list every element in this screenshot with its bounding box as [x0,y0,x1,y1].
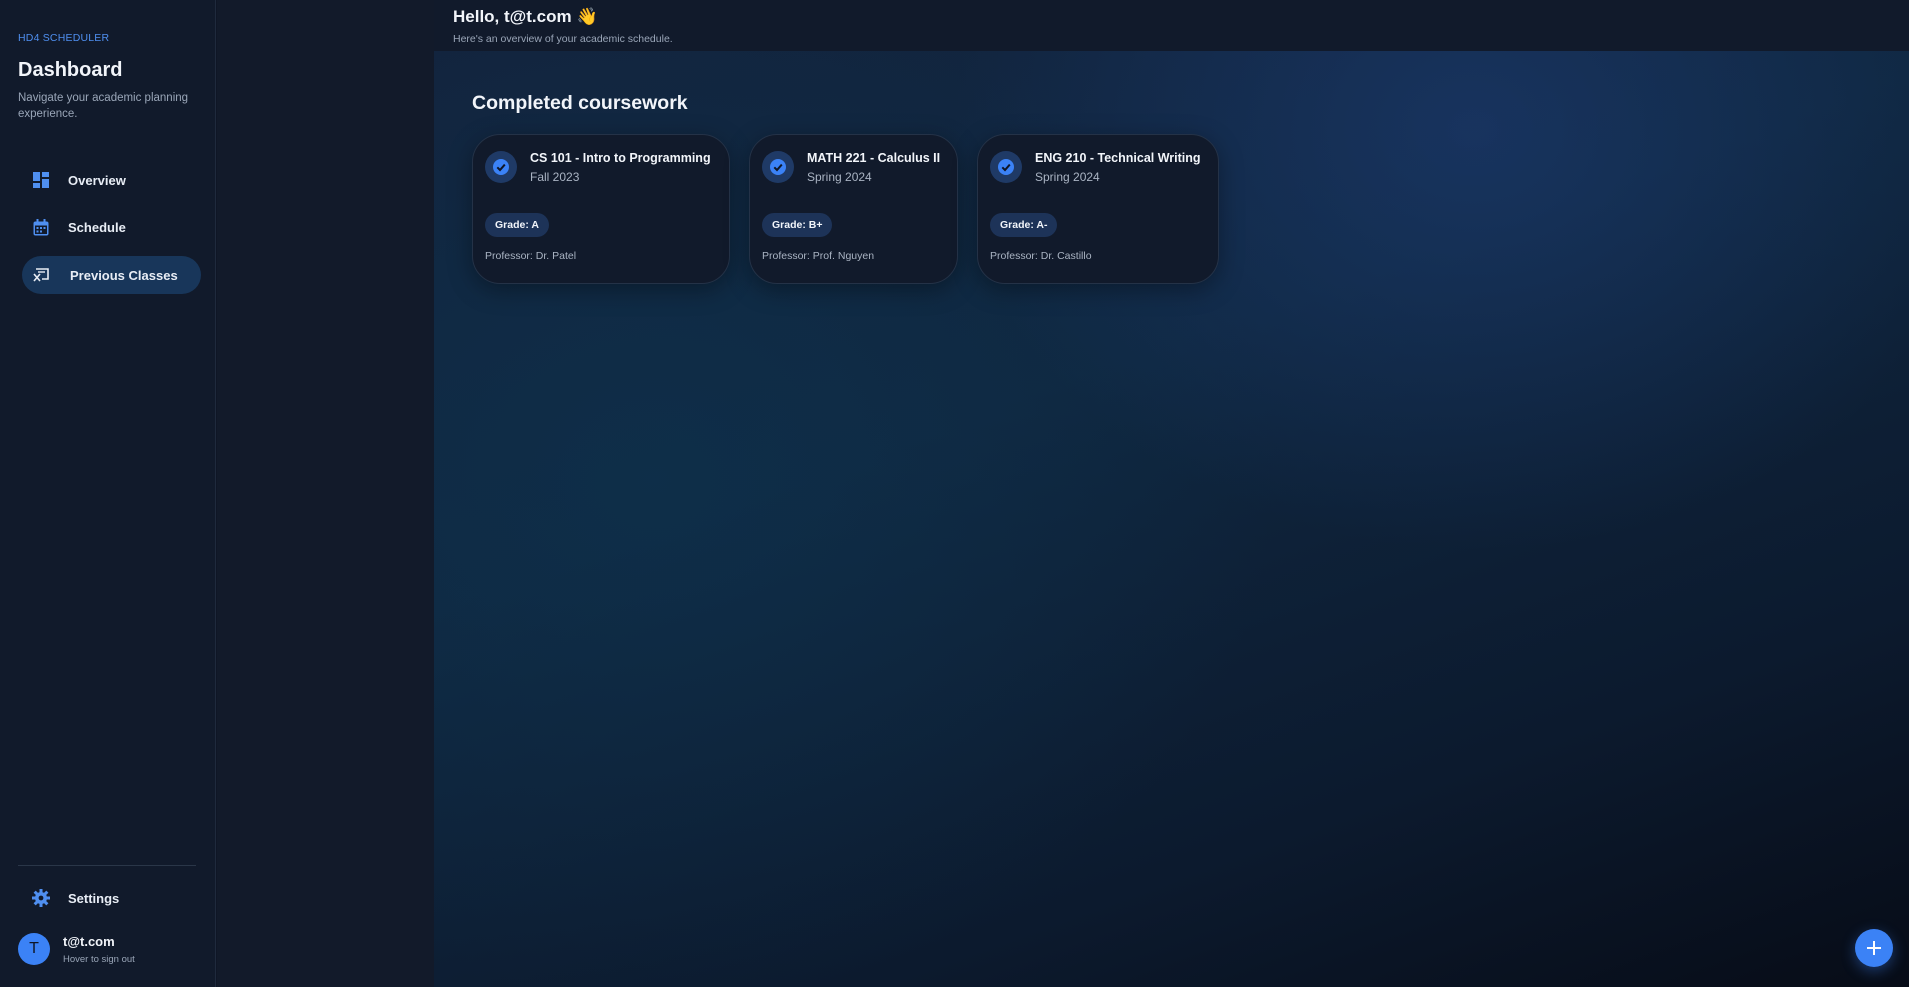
course-term: Fall 2023 [530,170,580,184]
sidebar-title: Dashboard [18,59,123,81]
sidebar-divider [18,865,196,866]
check-circle-icon [762,151,794,183]
top-header: Hello, t@t.com 👋 Here's an overview of y… [434,0,1909,51]
greeting-text: Hello, t@t.com [453,7,572,26]
nav-item-label: Schedule [68,219,126,235]
check-circle-icon [485,151,517,183]
grade-badge: Grade: B+ [762,213,833,237]
nav-item-label: Overview [68,172,126,188]
nav-item-previous-classes[interactable]: Previous Classes [22,256,201,294]
sidebar-subtitle: Navigate your academic planning experien… [18,92,189,120]
calendar-icon [32,218,50,236]
greeting-subtitle: Here's an overview of your academic sche… [453,33,673,45]
course-professor: Professor: Dr. Patel [485,250,577,262]
check-circle-icon [990,151,1022,183]
course-term: Spring 2024 [807,170,872,184]
course-professor: Professor: Dr. Castillo [990,250,1092,262]
course-card[interactable]: ENG 210 - Technical Writing Spring 2024 … [977,134,1219,284]
main-content: Hello, t@t.com 👋 Here's an overview of y… [434,0,1909,987]
sidebar-gutter [217,0,434,987]
course-term: Spring 2024 [1035,170,1100,184]
nav-item-schedule[interactable]: Schedule [22,208,201,246]
user-profile[interactable]: T t@t.com Hover to sign out [18,933,135,965]
section-title: Completed coursework [472,92,688,114]
grade-badge: Grade: A [485,213,549,237]
user-name: t@t.com [63,933,115,949]
brand-label: HD4 SCHEDULER [18,32,110,44]
greeting: Hello, t@t.com 👋 [453,7,598,27]
sidebar: HD4 SCHEDULER Dashboard Navigate your ac… [0,0,216,987]
plus-icon [1867,941,1881,955]
course-card[interactable]: MATH 221 - Calculus II Spring 2024 Grade… [749,134,958,284]
dashboard-icon [32,171,50,189]
grade-badge: Grade: A- [990,213,1058,237]
sign-out-hint: Hover to sign out [63,953,135,965]
avatar: T [18,933,50,965]
nav-item-overview[interactable]: Overview [22,161,201,199]
course-card[interactable]: CS 101 - Intro to Programming Fall 2023 … [472,134,730,284]
course-professor: Professor: Prof. Nguyen [762,250,875,262]
nav-item-label: Previous Classes [70,267,178,283]
course-title: MATH 221 - Calculus II [807,151,941,165]
settings-button[interactable]: Settings [22,879,201,917]
course-title: CS 101 - Intro to Programming [530,151,711,165]
add-button[interactable] [1855,929,1893,967]
course-title: ENG 210 - Technical Writing [1035,151,1201,165]
settings-label: Settings [68,890,120,906]
wave-emoji-icon: 👋 [576,7,598,26]
gear-icon [32,889,50,907]
history-icon [32,266,50,284]
